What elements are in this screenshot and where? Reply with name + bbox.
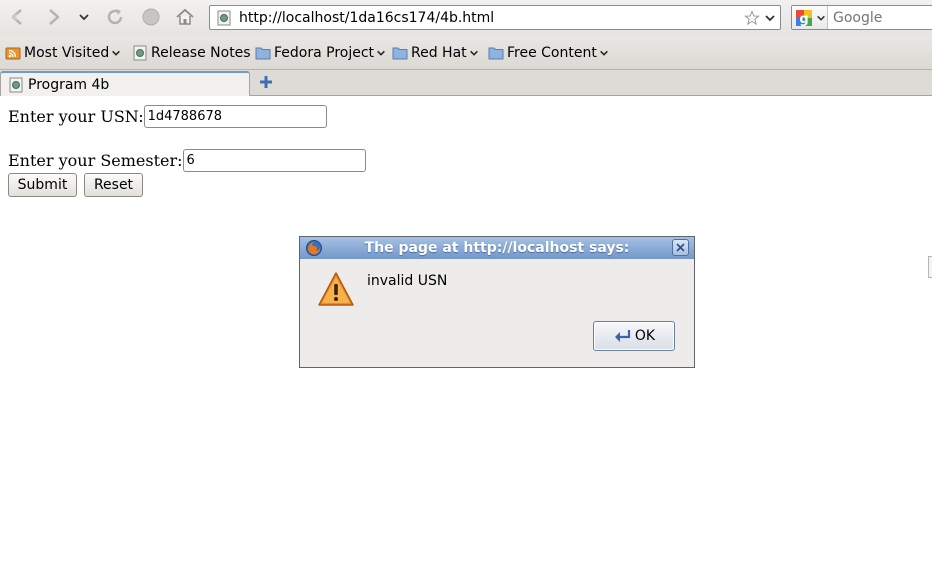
folder-icon (392, 47, 408, 60)
forward-button[interactable] (40, 5, 66, 29)
semester-label: Enter your Semester: (8, 151, 183, 170)
dialog-message: invalid USN (367, 273, 448, 289)
reload-icon (107, 9, 123, 25)
reset-button[interactable]: Reset (84, 173, 143, 197)
navigation-toolbar: http://localhost/1da16cs174/4b.html g (0, 0, 932, 35)
bookmark-label: Red Hat (411, 45, 467, 61)
bookmark-red-hat[interactable]: Red Hat (392, 44, 479, 62)
rss-folder-icon (5, 47, 21, 60)
bookmarks-toolbar: Most Visited Release Notes Fedora Projec… (0, 35, 932, 70)
semester-row: Enter your Semester: (8, 149, 366, 172)
close-icon (676, 243, 685, 252)
folder-icon (488, 47, 504, 60)
back-arrow-icon (11, 9, 22, 25)
svg-text:g: g (799, 12, 808, 27)
stop-icon (142, 8, 160, 26)
enter-arrow-icon (614, 330, 630, 342)
bookmark-fedora-project[interactable]: Fedora Project (255, 44, 386, 62)
scroll-edge-marker (928, 256, 932, 278)
url-bar[interactable]: http://localhost/1da16cs174/4b.html (209, 5, 781, 30)
dialog-title: The page at http://localhost says: (364, 240, 630, 256)
chevron-down-icon (599, 50, 608, 56)
bookmark-free-content[interactable]: Free Content (488, 44, 609, 62)
page-icon (217, 10, 231, 25)
url-text: http://localhost/1da16cs174/4b.html (239, 9, 495, 26)
home-button[interactable] (173, 5, 197, 29)
usn-input[interactable] (143, 105, 327, 128)
submit-button[interactable]: Submit (8, 173, 77, 197)
chevron-down-icon (112, 50, 121, 56)
tab-program-4b[interactable]: Program 4b (0, 71, 250, 96)
firefox-icon (306, 240, 322, 256)
semester-input[interactable] (182, 149, 366, 172)
chevron-down-icon (377, 50, 385, 56)
home-icon (176, 8, 194, 25)
bookmark-label: Free Content (507, 45, 597, 61)
bookmark-release-notes[interactable]: Release Notes (132, 44, 251, 62)
reload-button[interactable] (103, 5, 127, 29)
page-icon (133, 45, 147, 61)
ok-label: OK (634, 328, 656, 344)
warning-icon (318, 272, 354, 306)
dialog-title-bar[interactable]: The page at http://localhost says: (300, 237, 694, 259)
search-input[interactable] (833, 9, 932, 26)
bookmark-label: Fedora Project (274, 45, 375, 61)
stop-button[interactable] (139, 5, 163, 29)
chevron-down-icon[interactable] (764, 12, 776, 24)
tab-bar: Program 4b (0, 70, 932, 96)
ok-button[interactable]: OK (593, 321, 675, 351)
back-button[interactable] (6, 5, 30, 29)
chevron-down-icon (469, 50, 478, 56)
bookmark-most-visited[interactable]: Most Visited (5, 44, 121, 62)
page-icon (9, 77, 23, 92)
bookmark-star-icon[interactable] (744, 9, 760, 26)
chevron-down-icon (817, 15, 825, 21)
new-tab-plus-icon[interactable] (258, 74, 274, 90)
bookmark-label: Release Notes (151, 45, 251, 61)
usn-label: Enter your USN: (8, 107, 144, 126)
search-bar[interactable]: g (791, 5, 932, 30)
bookmark-label: Most Visited (24, 45, 110, 61)
usn-row: Enter your USN: (8, 105, 327, 128)
tab-title: Program 4b (28, 76, 110, 93)
forward-arrow-icon (49, 9, 60, 25)
dialog-close-button[interactable] (672, 239, 689, 256)
alert-dialog: The page at http://localhost says: inval… (299, 236, 695, 368)
search-engine-selector[interactable]: g (792, 6, 828, 29)
history-dropdown-button[interactable] (76, 5, 92, 29)
google-icon: g (796, 9, 812, 27)
chevron-down-icon (79, 14, 89, 21)
folder-icon (255, 47, 271, 60)
